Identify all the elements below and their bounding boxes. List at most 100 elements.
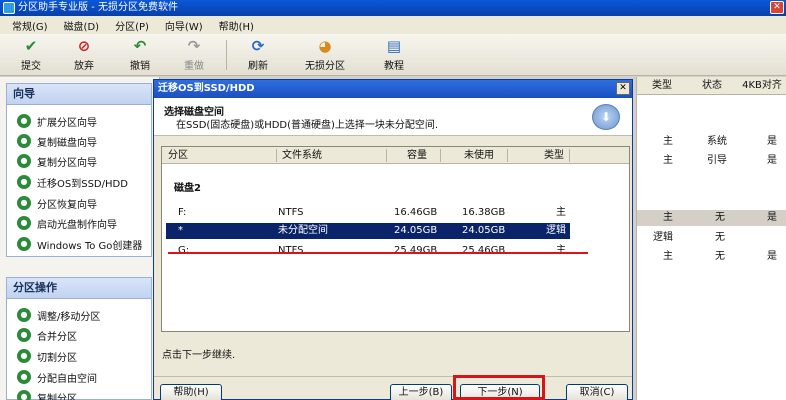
- cancel-button[interactable]: 取消(C): [566, 384, 628, 400]
- toolbar: ✔ 提交 ⊘ 放弃 ↶ 撤销 ↷ 重做 ⟳ 刷新 ◕ 无损分区 ▤ 教程: [0, 34, 786, 76]
- wizard-item[interactable]: ● 迁移OS到SSD/HDD: [17, 174, 128, 190]
- redo-label: 重做: [184, 61, 204, 72]
- op-icon: ●: [17, 349, 31, 363]
- col-status[interactable]: 状态: [687, 77, 737, 94]
- menu-general[interactable]: 常规(G): [4, 18, 56, 33]
- cell-partition: *: [178, 225, 183, 236]
- col-type[interactable]: 类型: [637, 77, 687, 94]
- op-item[interactable]: ● 分配自由空间: [17, 369, 97, 385]
- dialog-hint: 点击下一步继续.: [162, 350, 236, 361]
- wizard-icon: ●: [17, 134, 31, 148]
- app-title-bar: 分区助手专业版 - 无损分区免费软件 ✕: [0, 0, 786, 16]
- wizard-section: ● 扩展分区向导 ● 复制磁盘向导 ● 复制分区向导 ● 迁移OS到SSD/HDD ● 分…: [6, 105, 152, 257]
- col-filesystem[interactable]: 文件系统: [282, 147, 322, 164]
- menu-help[interactable]: 帮助(H): [211, 18, 262, 33]
- col-divider: [386, 149, 387, 162]
- col-capacity[interactable]: 容量: [407, 147, 427, 164]
- wizard-icon: ●: [17, 114, 31, 128]
- help-button[interactable]: 帮助(H): [160, 384, 222, 400]
- disk-space-list: 分区 文件系统 容量 未使用 类型 磁盘2 F: NTFS 16.46GB 16…: [161, 146, 630, 332]
- partition-table-panel: 类型 状态 4KB对齐 主 系统 是 主 引导 是 主 无 是 逻辑 无 主 无…: [636, 77, 786, 400]
- table-row[interactable]: 逻辑 无: [637, 230, 786, 246]
- cell-unused: 24.05GB: [462, 225, 506, 236]
- migrate-os-dialog: 迁移OS到SSD/HDD ✕ 选择磁盘空间 在SSD(固态硬盘)或HDD(普通硬…: [153, 79, 633, 400]
- lossless-partition-button[interactable]: ◕ 无损分区: [300, 37, 350, 73]
- col-type[interactable]: 类型: [544, 147, 564, 164]
- cell-capacity: 25.49GB: [394, 245, 438, 256]
- menu-wizard[interactable]: 向导(W): [157, 18, 211, 33]
- table-row[interactable]: 主 引导 是: [637, 153, 786, 169]
- red-annotation-underline: [168, 252, 588, 254]
- table-row[interactable]: 主 系统 是: [637, 134, 786, 150]
- redo-arrow-icon: ↷: [187, 37, 201, 55]
- wizard-item[interactable]: ● Windows To Go创建器: [17, 236, 142, 252]
- col-divider: [569, 149, 570, 162]
- partition-ops-section: ● 调整/移动分区 ● 合并分区 ● 切割分区 ● 分配自由空间 ● 复制分区: [6, 299, 152, 400]
- partition-table-header: 类型 状态 4KB对齐: [637, 77, 786, 95]
- col-divider: [507, 149, 508, 162]
- undo-arrow-icon: ↶: [133, 37, 147, 55]
- redo-button[interactable]: ↷ 重做: [176, 37, 212, 73]
- wizard-icon: ●: [17, 196, 31, 210]
- book-icon: ▤: [386, 37, 402, 55]
- list-item-selected[interactable]: * 未分配空间 24.05GB 24.05GB 逻辑: [166, 223, 570, 239]
- op-item-label: 调整/移动分区: [37, 311, 101, 323]
- wizard-item[interactable]: ● 分区恢复向导: [17, 195, 97, 211]
- op-item[interactable]: ● 调整/移动分区: [17, 307, 100, 323]
- list-header: 分区 文件系统 容量 未使用 类型: [162, 147, 629, 164]
- op-item[interactable]: ● 切割分区: [17, 348, 77, 364]
- discard-label: 放弃: [74, 61, 94, 72]
- wizard-item-label: 复制分区向导: [37, 157, 97, 169]
- back-button[interactable]: 上一步(B): [390, 384, 452, 400]
- op-item-label: 分配自由空间: [37, 373, 97, 385]
- op-item[interactable]: ● 合并分区: [17, 327, 77, 343]
- wizard-item-label: 复制磁盘向导: [37, 137, 97, 149]
- wizard-item[interactable]: ● 启动光盘制作向导: [17, 215, 117, 231]
- dialog-header: 选择磁盘空间 在SSD(固态硬盘)或HDD(普通硬盘)上选择一块未分配空间. ⬇: [154, 98, 632, 136]
- dialog-close-button[interactable]: ✕: [616, 82, 630, 95]
- cell-type: 主: [663, 212, 673, 223]
- op-icon: ●: [17, 370, 31, 384]
- table-row[interactable]: 主 无 是: [637, 249, 786, 265]
- undo-label: 撤销: [130, 61, 150, 72]
- col-unused[interactable]: 未使用: [464, 147, 494, 164]
- list-item[interactable]: G: NTFS 25.49GB 25.46GB 主: [166, 243, 570, 259]
- wizard-item[interactable]: ● 复制分区向导: [17, 153, 97, 169]
- undo-button[interactable]: ↶ 撤销: [122, 37, 158, 73]
- disk-label: 磁盘2: [174, 183, 201, 194]
- submit-label: 提交: [21, 61, 41, 72]
- refresh-icon: ⟳: [251, 37, 265, 55]
- discard-icon: ⊘: [77, 37, 91, 55]
- menu-partition[interactable]: 分区(P): [107, 18, 157, 33]
- cell-type: 逻辑: [653, 232, 673, 243]
- lossless-label: 无损分区: [305, 61, 345, 72]
- col-4k-align[interactable]: 4KB对齐: [737, 77, 786, 94]
- dialog-title-bar: 迁移OS到SSD/HDD ✕: [154, 80, 632, 98]
- wizard-section-header[interactable]: 向导: [6, 83, 152, 105]
- table-row-selected[interactable]: 主 无 是: [637, 210, 786, 226]
- wizard-item-label: 启动光盘制作向导: [37, 219, 117, 231]
- cell-filesystem: 未分配空间: [278, 225, 328, 236]
- wizard-item[interactable]: ● 复制磁盘向导: [17, 133, 97, 149]
- menu-disk[interactable]: 磁盘(D): [56, 18, 108, 33]
- cell-type: 主: [663, 251, 673, 262]
- cell-status: 无: [715, 212, 725, 223]
- dialog-subheading: 在SSD(固态硬盘)或HDD(普通硬盘)上选择一块未分配空间.: [176, 120, 439, 131]
- cell-capacity: 24.05GB: [394, 225, 438, 236]
- wizard-item-label: 迁移OS到SSD/HDD: [37, 178, 128, 190]
- submit-button[interactable]: ✔ 提交: [14, 37, 48, 73]
- partition-ops-header[interactable]: 分区操作: [6, 277, 152, 299]
- partition-pie-icon: ◕: [318, 37, 332, 55]
- dialog-button-row: 帮助(H) 上一步(B) 下一步(N) 取消(C): [154, 376, 632, 400]
- discard-button[interactable]: ⊘ 放弃: [66, 37, 102, 73]
- app-icon: [3, 2, 15, 14]
- window-close-button[interactable]: ✕: [770, 1, 784, 14]
- wizard-item[interactable]: ● 扩展分区向导: [17, 113, 97, 129]
- refresh-button[interactable]: ⟳ 刷新: [240, 37, 276, 73]
- col-partition[interactable]: 分区: [168, 147, 188, 164]
- tutorial-button[interactable]: ▤ 教程: [376, 37, 412, 73]
- list-item[interactable]: F: NTFS 16.46GB 16.38GB 主: [166, 205, 570, 221]
- op-item[interactable]: ● 复制分区: [17, 389, 77, 400]
- op-item-label: 切割分区: [37, 352, 77, 364]
- op-icon: ●: [17, 308, 31, 322]
